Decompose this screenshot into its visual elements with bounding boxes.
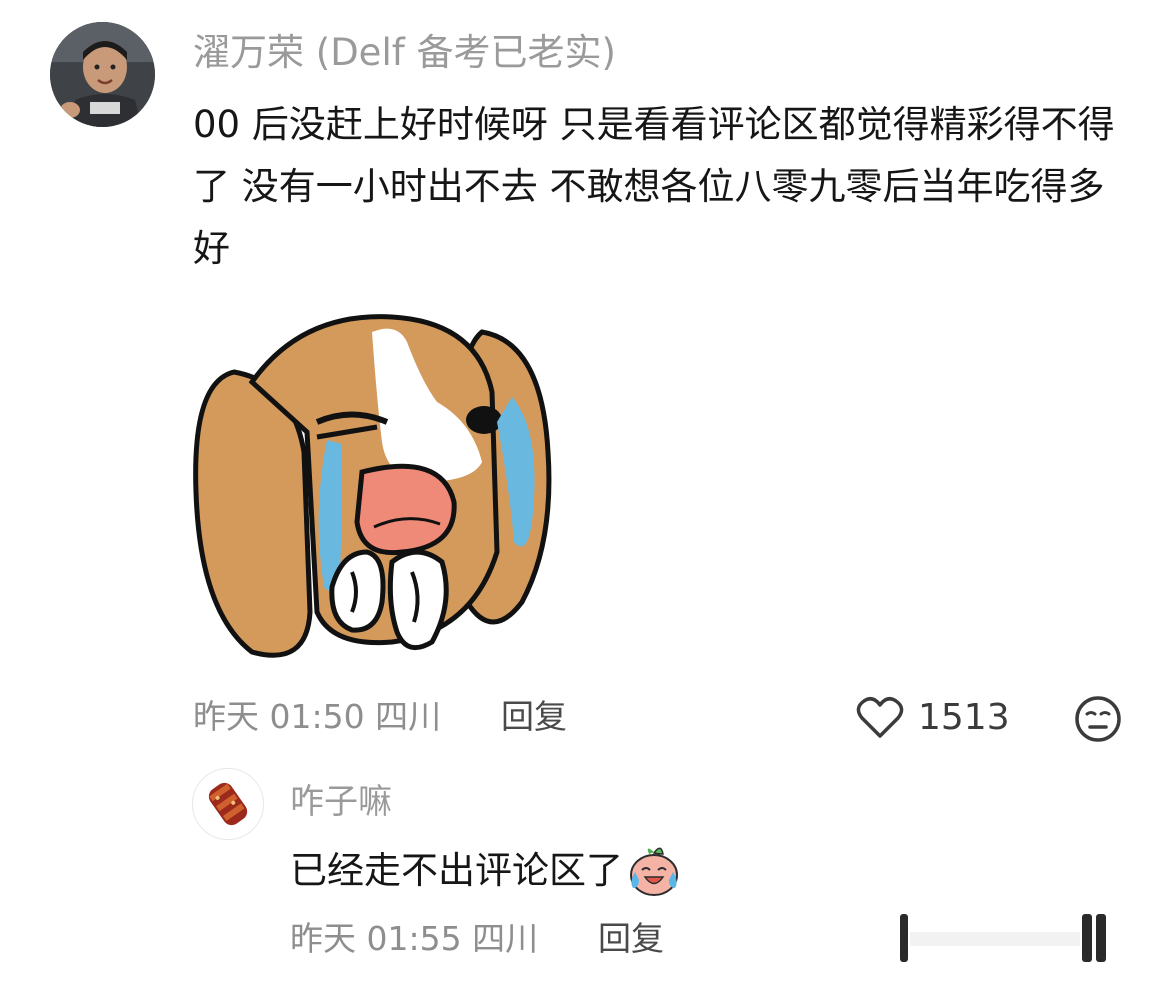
comment-username[interactable]: 咋子嘛 — [290, 778, 392, 826]
watermark-bars — [900, 914, 1106, 962]
reply-text-row: 已经走不出评论区了 — [290, 844, 681, 898]
comment-meta: 昨天 01:50 四川 — [193, 692, 441, 742]
comment-time: 昨天 01:50 — [193, 697, 365, 736]
comment-meta: 昨天 01:55 四川 — [290, 914, 538, 964]
comment-username[interactable]: 濯万荣 (Delf 备考已老实) — [193, 28, 616, 78]
heart-outline-icon — [856, 697, 904, 738]
avatar[interactable] — [192, 768, 264, 840]
like-button[interactable]: 1513 — [856, 692, 1010, 744]
like-count: 1513 — [918, 697, 1010, 738]
comment-time: 昨天 01:55 — [290, 919, 462, 958]
comment-text: 00 后没赶上好时候呀 只是看看评论区都觉得精彩得不得了 没有一小时出不去 不敢… — [193, 103, 1115, 270]
crying-dog-sticker[interactable] — [192, 312, 554, 662]
avatar-sausage-image — [193, 769, 263, 839]
comment-location: 四川 — [472, 919, 539, 958]
avatar[interactable] — [50, 22, 155, 127]
avatar-photo — [50, 22, 155, 127]
comment-text: 已经走不出评论区了 — [290, 849, 623, 892]
reply-button[interactable]: 回复 — [501, 692, 567, 742]
neutral-face-icon[interactable] — [1074, 695, 1122, 743]
reply-button[interactable]: 回复 — [598, 914, 664, 964]
crying-laughing-peach-emoji — [630, 847, 678, 896]
comment-location: 四川 — [375, 697, 442, 736]
